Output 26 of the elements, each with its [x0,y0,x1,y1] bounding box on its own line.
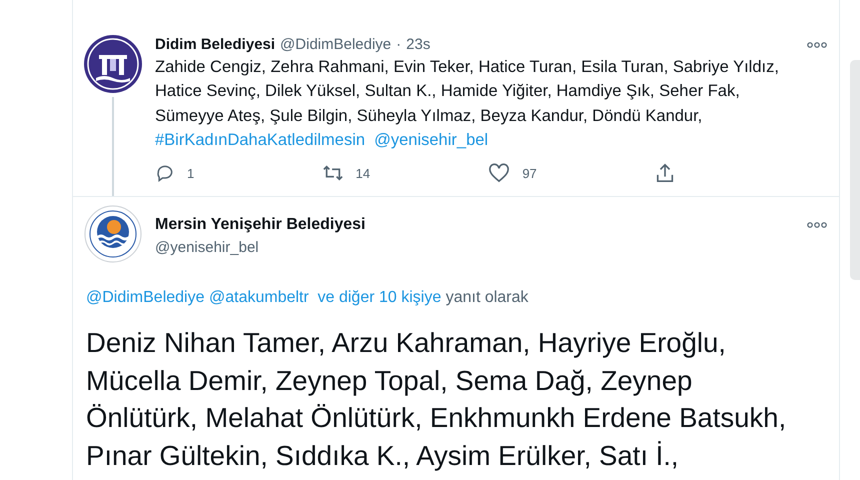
link[interactable]: ve diğer 10 kişiye [318,289,442,306]
handle[interactable]: @DidimBelediye [280,35,392,55]
more-icon[interactable] [807,222,827,228]
tweet-text: Deniz Nihan Tamer, Arzu Kahraman, Hayriye Eroğlu, Mücella Demir, Zeynep Topal, Sema Dağ, Zeynep Önlütürk, Melahat Önlütürk, Enkhmunkh Erdene Batsukh, Pınar Gültekin, Sıddıka K., Aysim Erülker, Satı İ., [86,326,788,473]
link[interactable]: @DidimBelediye [86,289,205,306]
link[interactable]: #BirKadınDahaKatledilmesin [155,130,366,149]
account-name[interactable]: Didim Belediyesi [155,35,276,55]
more-icon[interactable] [807,42,827,48]
account-name[interactable]: Mersin Yenişehir Belediyesi [155,215,366,236]
scrollbar[interactable] [850,60,860,280]
timestamp[interactable]: 23s [406,35,430,55]
separator: · [396,35,402,55]
retweet-count: 14 [356,166,370,181]
share-icon[interactable] [654,162,675,184]
reply-context: @DidimBelediye @atakumbeltr ve diğer 10 kişiye yanıt olarak [86,289,530,308]
link[interactable]: @yenisehir_bel [374,130,488,149]
link[interactable]: @atakumbeltr [208,289,309,306]
avatar[interactable] [84,35,142,93]
retweet-icon[interactable] [322,163,344,184]
handle[interactable]: @yenisehir_bel [155,239,827,256]
tweet-text: Zahide Cengiz, Zehra Rahmani, Evin Teker, Hatice Turan, Esila Turan, Sabriye Yıldız, Hatice Sevinç, Dilek Yüksel, Sultan K., Hamide Yiğiter, Hamdiye Şık, Seher Fak, Sümeyye Ateş, Şule Bilgin, Süheyla Yılmaz, Beyza Kandur, Döndü Kandur, #BirKadınDahaKatledilmesin @yenisehir_bel [155,57,780,151]
reply-count: 1 [187,166,194,181]
like-count: 97 [522,166,537,181]
avatar[interactable] [84,205,142,264]
reply-icon[interactable] [155,163,175,184]
heart-icon[interactable] [488,163,510,184]
